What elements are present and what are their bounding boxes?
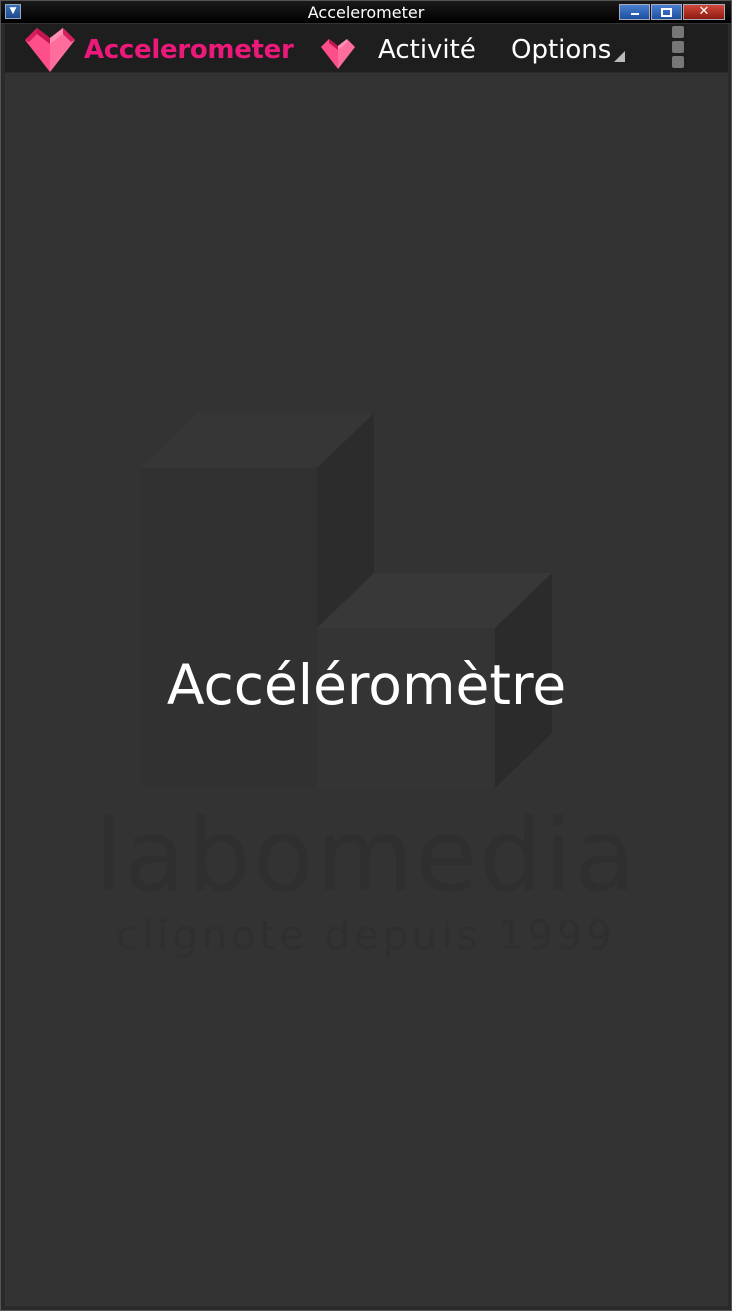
heart-icon[interactable]	[321, 39, 355, 69]
app-window: ▼ Accelerometer ✕ Accelerometer Activité…	[0, 0, 732, 1311]
overflow-menu-icon[interactable]	[670, 26, 686, 72]
close-button[interactable]: ✕	[683, 4, 725, 20]
action-bar: Accelerometer Activité Options	[5, 24, 728, 72]
overflow-dot	[672, 41, 684, 53]
title-bar[interactable]: ▼ Accelerometer ✕	[1, 1, 731, 24]
watermark-tagline: clignote depuis 1999	[116, 913, 616, 959]
close-icon: ✕	[698, 4, 710, 19]
overflow-dot	[672, 56, 684, 68]
dropdown-corner-icon	[614, 51, 625, 62]
main-content: labomedia clignote depuis 1999 Accélérom…	[5, 73, 728, 1306]
window-controls: ✕	[618, 4, 725, 20]
overflow-dot	[672, 26, 684, 38]
heart-logo-icon[interactable]	[25, 28, 75, 72]
options-menu-item[interactable]: Options	[511, 24, 611, 72]
maximize-icon	[661, 7, 672, 17]
minimize-icon	[630, 12, 639, 15]
app-title: Accelerometer	[84, 35, 294, 65]
screen-title: Accéléromètre	[166, 653, 567, 717]
activity-menu-item[interactable]: Activité	[378, 24, 476, 72]
minimize-button[interactable]	[619, 4, 650, 20]
watermark-brand: labomedia	[94, 797, 637, 914]
maximize-button[interactable]	[651, 4, 682, 20]
